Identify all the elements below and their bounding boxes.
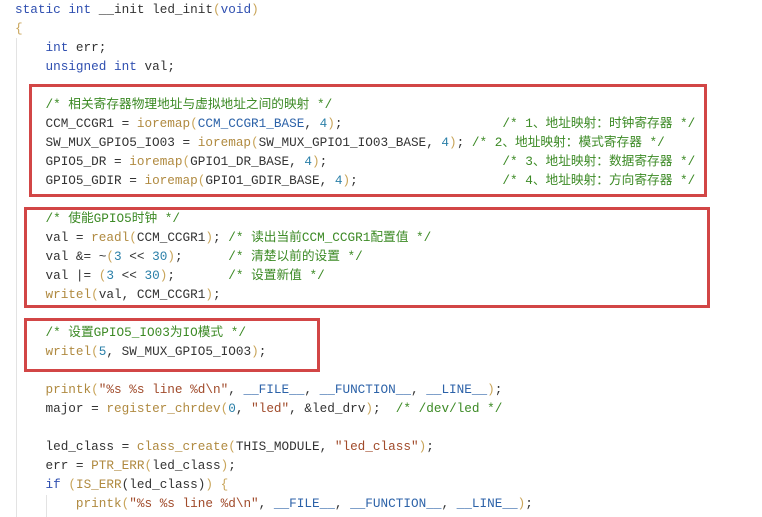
highlight-box-io-mode xyxy=(24,318,320,372)
identifier: led_init xyxy=(152,2,214,17)
bracket: ( xyxy=(144,458,153,473)
punctuation xyxy=(106,59,114,74)
string-literal: "led" xyxy=(251,401,290,416)
keyword: if xyxy=(45,477,61,492)
highlight-box-address-mapping xyxy=(29,84,707,197)
punctuation: ; xyxy=(372,401,396,416)
code-line: int err; xyxy=(15,38,695,57)
identifier: val; xyxy=(136,59,175,74)
identifier: major = xyxy=(45,401,107,416)
punctuation: , xyxy=(410,382,427,397)
identifier: led_class = xyxy=(45,439,137,454)
punctuation: , xyxy=(235,401,252,416)
macro: __FUNCTION__ xyxy=(350,496,442,511)
punctuation: , xyxy=(304,382,320,397)
code-line: unsigned int val; xyxy=(15,57,695,76)
keyword: int xyxy=(114,59,137,74)
bracket: ( xyxy=(228,439,236,454)
function-name: register_chrdev xyxy=(106,401,221,416)
punctuation xyxy=(15,382,45,397)
function-name: IS_ERR xyxy=(75,477,122,492)
bracket: { xyxy=(15,21,23,36)
identifier: led_class xyxy=(129,477,198,492)
code-line: if (IS_ERR(led_class)) { xyxy=(15,475,695,494)
punctuation xyxy=(213,477,221,492)
macro: __LINE__ xyxy=(456,496,518,511)
bracket: ) xyxy=(487,382,495,397)
punctuation: , xyxy=(334,496,351,511)
bracket: ) xyxy=(251,2,259,17)
punctuation: , xyxy=(319,439,335,454)
number-literal: 0 xyxy=(228,401,236,416)
punctuation xyxy=(15,401,45,416)
code-line: printk("%s %s line %d\n", __FILE__, __FU… xyxy=(15,494,695,513)
bracket: ( xyxy=(68,477,76,492)
punctuation xyxy=(144,2,152,17)
punctuation xyxy=(15,496,76,511)
punctuation: ; xyxy=(228,458,236,473)
bracket: ) xyxy=(205,477,214,492)
function-name: printk xyxy=(45,382,92,397)
punctuation: ; xyxy=(525,496,533,511)
code-line: err = PTR_ERR(led_class); xyxy=(15,456,695,475)
code-line: static int __init led_init(void) xyxy=(15,0,695,19)
identifier: THIS_MODULE xyxy=(235,439,320,454)
punctuation xyxy=(15,59,45,74)
punctuation xyxy=(15,40,45,55)
identifier: __init xyxy=(98,2,145,17)
string-literal: "%s %s line %d\n" xyxy=(129,496,259,511)
punctuation: , &led_drv xyxy=(289,401,366,416)
punctuation: , xyxy=(228,382,244,397)
function-name: PTR_ERR xyxy=(91,458,145,473)
punctuation: , xyxy=(441,496,457,511)
identifier: err = xyxy=(45,458,92,473)
punctuation xyxy=(15,458,45,473)
identifier: led_class xyxy=(152,458,221,473)
punctuation xyxy=(15,439,45,454)
punctuation: ; xyxy=(494,382,503,397)
code-line: printk("%s %s line %d\n", __FILE__, __FU… xyxy=(15,380,695,399)
highlight-box-enable-clock xyxy=(24,207,710,308)
bracket: ( xyxy=(213,2,221,17)
punctuation: ; xyxy=(426,439,434,454)
macro: __LINE__ xyxy=(426,382,488,397)
macro: __FUNCTION__ xyxy=(319,382,411,397)
punctuation: , xyxy=(258,496,274,511)
macro: __FILE__ xyxy=(273,496,335,511)
punctuation xyxy=(91,2,99,17)
code-line: { xyxy=(15,19,695,38)
keyword: unsigned xyxy=(45,59,107,74)
keyword: void xyxy=(220,2,252,17)
function-name: class_create xyxy=(136,439,229,454)
identifier: err; xyxy=(68,40,107,55)
punctuation xyxy=(15,477,45,492)
keyword: int xyxy=(68,2,92,17)
string-literal: "led_class" xyxy=(334,439,419,454)
code-line: major = register_chrdev(0, "led", &led_d… xyxy=(15,399,695,418)
code-comment: /* /dev/led */ xyxy=(395,401,503,416)
bracket: ( xyxy=(91,382,99,397)
keyword: int xyxy=(45,40,69,55)
bracket: { xyxy=(220,477,229,492)
code-line: led_class = class_create(THIS_MODULE, "l… xyxy=(15,437,695,456)
bracket: ) xyxy=(365,401,373,416)
macro: __FILE__ xyxy=(243,382,305,397)
keyword: static xyxy=(15,2,61,17)
function-name: printk xyxy=(75,496,122,511)
string-literal: "%s %s line %d\n" xyxy=(98,382,229,397)
